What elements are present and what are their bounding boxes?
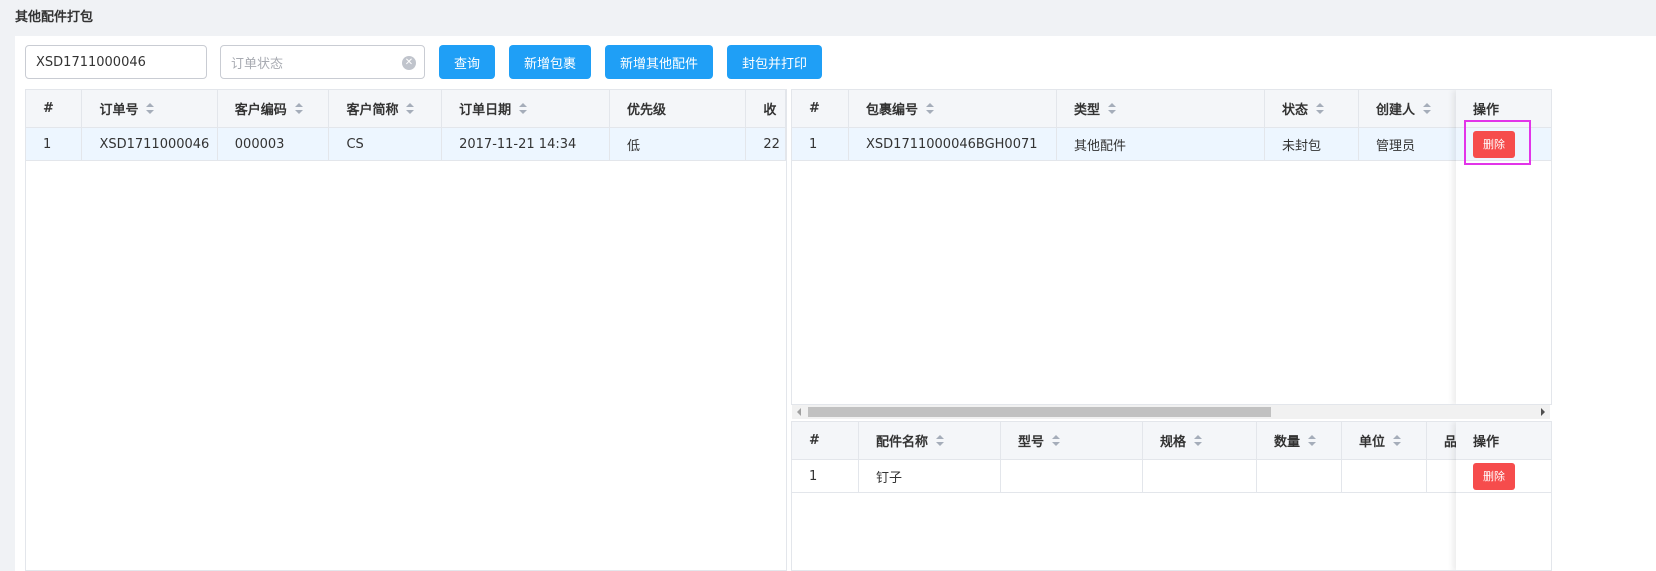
cell-action: 删除 [1456, 460, 1551, 492]
sort-icon[interactable] [1393, 435, 1402, 446]
col-recv: 收 [746, 90, 786, 127]
sort-icon[interactable] [936, 435, 945, 446]
cell-index: 1 [792, 128, 849, 160]
cell-recv: 22 [746, 128, 786, 160]
sort-icon[interactable] [1052, 435, 1061, 446]
col-order-date-label: 订单日期 [459, 103, 512, 118]
sort-icon[interactable] [1108, 103, 1117, 114]
parts-table-header: # 配件名称 型号 规格 数量 单位 品 [792, 422, 1551, 460]
sort-icon[interactable] [1308, 435, 1317, 446]
cell-customer-code: 000003 [218, 128, 330, 160]
orders-table: # 订单号 客户编码 客户简称 订单日期 优先级 收 1 XSD17110000… [25, 89, 787, 571]
col-order-no[interactable]: 订单号 [82, 90, 218, 127]
cell-status: 未封包 [1265, 128, 1359, 160]
orders-table-header: # 订单号 客户编码 客户简称 订单日期 优先级 收 [26, 90, 786, 128]
col-unit-label: 单位 [1359, 435, 1386, 450]
cell-index: 1 [26, 128, 83, 160]
col-order-date[interactable]: 订单日期 [442, 90, 610, 127]
add-other-parts-button[interactable]: 新增其他配件 [605, 45, 714, 79]
col-type-label: 类型 [1074, 103, 1101, 118]
col-creator-label: 创建人 [1376, 103, 1416, 118]
col-unit[interactable]: 单位 [1342, 422, 1427, 459]
col-customer-code-label: 客户编码 [234, 103, 287, 118]
sort-icon[interactable] [294, 103, 303, 114]
cell-model [1001, 460, 1143, 492]
horizontal-scrollbar[interactable] [792, 405, 1550, 419]
cell-qty [1257, 460, 1342, 492]
col-part-name[interactable]: 配件名称 [859, 422, 1001, 459]
col-qty[interactable]: 数量 [1257, 422, 1342, 459]
col-status[interactable]: 状态 [1265, 90, 1359, 127]
page-title: 其他配件打包 [15, 10, 94, 25]
col-customer-short-label: 客户简称 [346, 103, 399, 118]
col-customer-short[interactable]: 客户简称 [329, 90, 443, 127]
add-package-button[interactable]: 新增包裹 [509, 45, 592, 79]
col-qty-label: 数量 [1274, 435, 1301, 450]
cell-customer-short: CS [329, 128, 443, 160]
sort-icon[interactable] [1423, 103, 1432, 114]
cell-unit [1342, 460, 1427, 492]
table-row[interactable]: 1 钉子 [792, 460, 1551, 493]
scrollbar-thumb[interactable] [808, 407, 1271, 417]
sort-icon[interactable] [519, 103, 528, 114]
clear-icon[interactable]: ✕ [402, 56, 416, 70]
col-status-label: 状态 [1282, 103, 1309, 118]
delete-part-button[interactable]: 删除 [1473, 462, 1515, 490]
cell-order-no: XSD1711000046 [82, 128, 218, 160]
packages-table-header: # 包裹编号 类型 状态 创建人 [792, 90, 1551, 128]
col-priority: 优先级 [610, 90, 747, 127]
table-row[interactable]: 1 XSD1711000046BGH0071 其他配件 未封包 管理员 [792, 128, 1551, 161]
order-status-placeholder: 订单状态 [231, 56, 284, 72]
col-action: 操作 [1473, 435, 1500, 450]
sort-icon[interactable] [406, 103, 415, 114]
col-creator[interactable]: 创建人 [1359, 90, 1459, 127]
scroll-left-icon[interactable] [797, 408, 801, 416]
highlight-box [1464, 120, 1531, 165]
toolbar: XSD1711000046 订单状态 ✕ 查询 新增包裹 新增其他配件 封包并打… [25, 45, 823, 79]
sort-icon[interactable] [1194, 435, 1203, 446]
query-button[interactable]: 查询 [439, 45, 496, 79]
table-row[interactable]: 1 XSD1711000046 000003 CS 2017-11-21 14:… [26, 128, 786, 161]
sort-icon[interactable] [1316, 103, 1325, 114]
parts-action-column: 操作 删除 [1456, 422, 1551, 570]
order-status-select[interactable]: 订单状态 ✕ [220, 45, 425, 79]
col-order-no-label: 订单号 [99, 103, 139, 118]
col-model-label: 型号 [1018, 435, 1045, 450]
col-model[interactable]: 型号 [1001, 422, 1143, 459]
col-customer-code[interactable]: 客户编码 [218, 90, 330, 127]
cell-order-date: 2017-11-21 14:34 [442, 128, 610, 160]
cell-type: 其他配件 [1057, 128, 1265, 160]
action-row: 删除 [1456, 460, 1551, 493]
scroll-right-icon[interactable] [1541, 408, 1545, 416]
col-spec-label: 规格 [1160, 435, 1187, 450]
cell-package-no: XSD1711000046BGH0071 [849, 128, 1057, 160]
col-index: # [792, 422, 859, 459]
cell-part-name: 钉子 [859, 460, 1001, 492]
col-spec[interactable]: 规格 [1143, 422, 1257, 459]
cell-index: 1 [792, 460, 859, 492]
col-index: # [792, 90, 849, 127]
action-header: 操作 [1456, 422, 1551, 460]
parts-table: # 配件名称 型号 规格 数量 单位 品 1 钉子 操作 删除 [791, 421, 1552, 571]
cell-priority: 低 [610, 128, 747, 160]
order-number-input[interactable]: XSD1711000046 [25, 45, 207, 79]
packages-table: # 包裹编号 类型 状态 创建人 1 XSD1711000046BGH0071 … [791, 89, 1552, 405]
seal-and-print-button[interactable]: 封包并打印 [727, 45, 823, 79]
cell-spec [1143, 460, 1257, 492]
sort-icon[interactable] [146, 103, 155, 114]
col-part-name-label: 配件名称 [876, 435, 929, 450]
cell-creator: 管理员 [1359, 128, 1459, 160]
col-type[interactable]: 类型 [1057, 90, 1265, 127]
col-index: # [26, 90, 83, 127]
col-package-no-label: 包裹编号 [866, 103, 919, 118]
sort-icon[interactable] [926, 103, 935, 114]
col-package-no[interactable]: 包裹编号 [849, 90, 1057, 127]
